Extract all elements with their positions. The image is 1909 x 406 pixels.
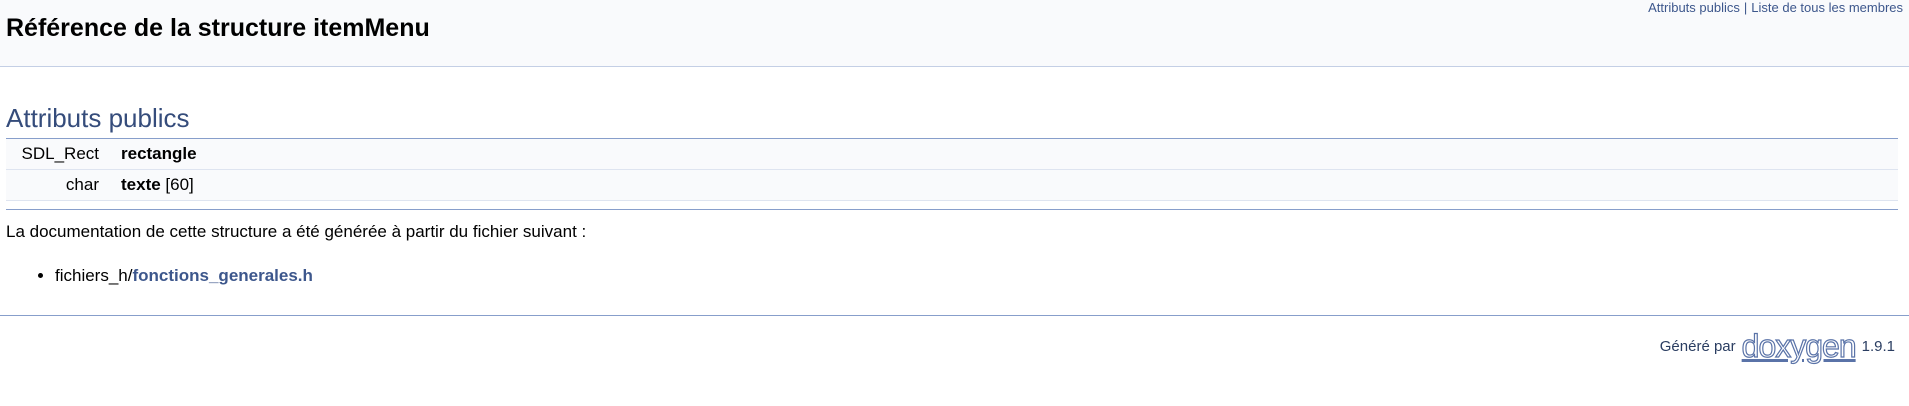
member-name[interactable]: rectangle: [121, 144, 197, 163]
summary-separator: |: [1743, 0, 1748, 15]
member-type: char: [65, 175, 99, 194]
member-table: SDL_Rect rectangle char texte [60]: [6, 139, 1898, 201]
contents: Attributs publics SDL_Rect rectangle cha…: [0, 103, 1909, 286]
section-divider: [6, 209, 1898, 210]
member-name-cell: rectangle: [113, 139, 1898, 170]
member-suffix: [60]: [160, 175, 194, 194]
file-list: fichiers_h/fonctions_generales.h: [6, 266, 1909, 286]
footer: Généré par doxygen 1.9.1: [1659, 329, 1895, 362]
member-type: SDL_Rect: [21, 144, 99, 163]
doxygen-version: 1.9.1: [1861, 337, 1895, 355]
page-header: Attributs publics | Liste de tous les memb…: [0, 0, 1909, 67]
member-row: char texte [60]: [6, 169, 1898, 201]
page-title: Référence de la structure itemMenu: [6, 14, 430, 42]
file-path-prefix: fichiers_h/: [55, 266, 133, 285]
member-row: SDL_Rect rectangle: [6, 139, 1898, 170]
footer-divider: [0, 315, 1909, 316]
generated-from-text: La documentation de cette structure a ét…: [6, 222, 587, 241]
member-name[interactable]: texte: [121, 175, 161, 194]
doxygen-logo[interactable]: doxygen: [1741, 329, 1857, 362]
summary-link-all-members[interactable]: Liste de tous les membres: [1751, 0, 1903, 15]
member-name-cell: texte [60]: [113, 170, 1898, 201]
section-title-public-attributes: Attributs publics: [6, 103, 1898, 139]
file-link[interactable]: fonctions_generales.h: [132, 266, 312, 285]
file-list-item: fichiers_h/fonctions_generales.h: [55, 266, 1909, 286]
summary-links: Attributs publics | Liste de tous les memb…: [1648, 0, 1903, 15]
generated-by-text: Généré par: [1659, 337, 1736, 355]
summary-link-public-attributes[interactable]: Attributs publics: [1648, 0, 1740, 15]
